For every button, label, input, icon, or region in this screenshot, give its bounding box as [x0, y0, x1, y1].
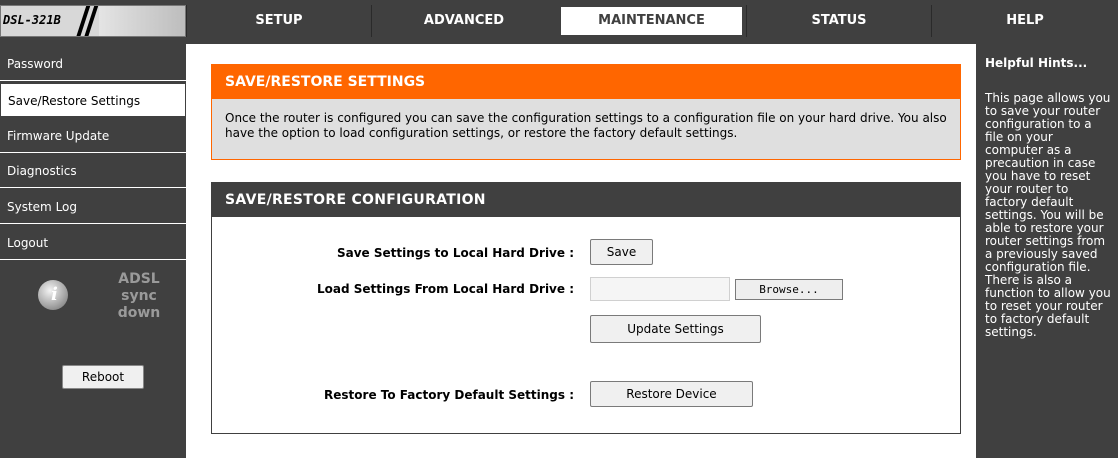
product-logo: DSL-321B — [0, 5, 186, 37]
hints-title: Helpful Hints... — [985, 56, 1088, 70]
helpful-hints-panel: Helpful Hints... This page allows you to… — [976, 44, 1118, 458]
sidebar-item-logout[interactable]: Logout — [0, 226, 186, 260]
logo-text: DSL-321B — [3, 13, 61, 27]
tab-advanced[interactable]: ADVANCED — [371, 5, 556, 37]
browse-button[interactable]: Browse... — [735, 279, 843, 300]
sidebar-item-diagnostics[interactable]: Diagnostics — [0, 154, 186, 188]
tab-status[interactable]: STATUS — [746, 5, 931, 37]
save-button[interactable]: Save — [590, 239, 653, 265]
sidebar: Password Save/Restore Settings Firmware … — [0, 44, 186, 458]
update-settings-button[interactable]: Update Settings — [590, 315, 761, 343]
hints-text: This page allows you to save your router… — [985, 91, 1111, 339]
tab-help[interactable]: HELP — [931, 5, 1118, 37]
config-title: SAVE/RESTORE CONFIGURATION — [212, 183, 960, 217]
intro-panel: SAVE/RESTORE SETTINGS Once the router is… — [211, 64, 961, 160]
main-content: SAVE/RESTORE SETTINGS Once the router is… — [186, 44, 976, 458]
top-navigation-bar: DSL-321B SETUP ADVANCED MAINTENANCE STAT… — [0, 0, 1118, 44]
tab-setup[interactable]: SETUP — [186, 5, 371, 37]
intro-text: Once the router is configured you can sa… — [225, 111, 947, 140]
sidebar-item-password[interactable]: Password — [0, 47, 186, 81]
sidebar-item-firmware-update[interactable]: Firmware Update — [0, 119, 186, 153]
config-panel: SAVE/RESTORE CONFIGURATION Save Settings… — [211, 182, 961, 434]
restore-settings-label: Restore To Factory Default Settings : — [324, 388, 574, 402]
adsl-status-text: ADSL sync down — [104, 271, 174, 322]
restore-device-button[interactable]: Restore Device — [590, 381, 753, 407]
save-settings-label: Save Settings to Local Hard Drive : — [336, 246, 574, 260]
reboot-button[interactable]: Reboot — [62, 365, 144, 389]
tab-maintenance[interactable]: MAINTENANCE — [559, 5, 744, 37]
sidebar-item-save-restore-settings[interactable]: Save/Restore Settings — [0, 83, 186, 117]
logo-gradient-decor — [99, 6, 185, 36]
info-icon-glyph: i — [51, 284, 58, 305]
adsl-status-line: sync — [121, 288, 157, 304]
adsl-status-line: ADSL — [118, 271, 160, 287]
intro-title: SAVE/RESTORE SETTINGS — [212, 65, 960, 99]
load-settings-label: Load Settings From Local Hard Drive : — [317, 282, 574, 296]
adsl-status-line: down — [117, 305, 161, 321]
settings-file-field[interactable] — [590, 277, 730, 301]
sidebar-item-system-log[interactable]: System Log — [0, 190, 186, 224]
